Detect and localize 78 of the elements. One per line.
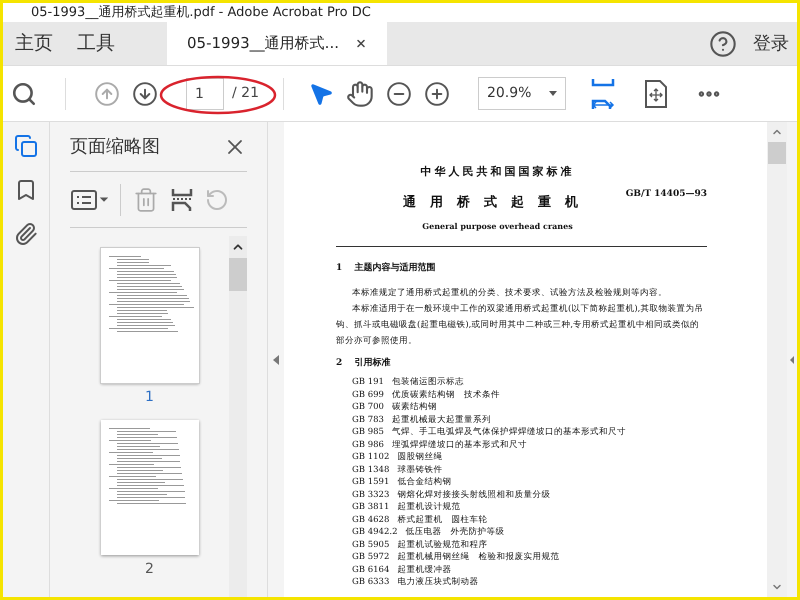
standard-number: GB 4628 [352,514,390,526]
standard-title: 电力液压块式制动器 [397,576,478,588]
page-move-icon[interactable] [644,78,668,108]
standard-number: GB 699 [352,388,384,401]
standard-title: 起重机械用钢丝绳 检验和报废实用规范 [397,551,560,564]
next-page-icon[interactable] [132,80,158,106]
caret-icon [548,91,557,96]
split-page-icon[interactable] [171,186,193,212]
standard-number: GB 6164 [352,564,390,576]
standard-number: GB 3811 [352,501,390,514]
previous-page-icon[interactable] [94,80,120,106]
nav-tab[interactable]: 工具 [65,22,127,65]
page-number: 2 [145,560,154,579]
zoom-dropdown[interactable]: 20.9% [478,77,566,110]
page-number: 1 [145,388,154,407]
standard-title: 优质碳素结构钢 技术条件 [392,388,500,401]
body-paragraph: 本标准规定了通用桥式起重机的分类、技术要求、试验方法及检验规则等内容。 [351,286,668,300]
standard-title: 桥式起重机 圆柱车轮 [397,514,488,526]
window-title: 05-1993__通用桥式起重机.pdf - Adobe Acrobat Pro DC [31,6,371,19]
standard-number: GB 6333 [352,576,390,588]
standard-number: GB 191 [352,376,384,388]
standard-number: GB 783 [352,414,384,426]
tab-label: 05-1993__通用桥式... [187,33,339,54]
section-heading: 引用标准 [354,356,390,370]
pages-icon[interactable] [14,134,38,158]
document-tab[interactable]: 05-1993__通用桥式... [167,22,387,65]
section-number: 1 [336,262,342,275]
body-paragraph: 本标准适用于在一般环境中工作的双梁通用桥式起重机(以下简称起重机),其取物装置为吊钩、抓斗或电磁吸盘(起重电磁铁),或同时用其中二种或三种,专用桥式起重机中相同或类似的部分亦可参照使用。 [336,302,704,348]
standard-title: 碳素结构钢 [392,401,437,414]
scrollbar-thumb[interactable] [229,258,247,291]
standard-title: 球墨铸铁件 [397,464,442,476]
scrollbar[interactable] [767,122,787,597]
standard-number: GB 700 [352,401,384,414]
standard-title: 低合金结构钢 [397,476,452,488]
hand-icon[interactable] [346,80,374,108]
standard-code: GB/T 14405—93 [626,188,707,201]
nav-tab[interactable]: 主页 [3,22,65,65]
standard-number: GB 1102 [352,451,390,464]
close-icon[interactable] [354,37,367,50]
zoom-out-icon[interactable] [386,80,412,106]
scrollbar-thumb[interactable] [768,142,786,164]
english-title: General purpose overhead cranes [422,220,573,232]
standard-number: GB 985 [352,426,384,438]
standard-number: GB 986 [352,438,384,451]
standard-title: 圆股钢丝绳 [397,451,442,464]
page-total: / 21 [232,84,259,103]
section-number: 2 [336,356,342,370]
standard-title: 低压电器 外壳防护等级 [405,526,504,538]
standard-title: 起重机试验规范和程序 [397,538,488,551]
page-thumbnail[interactable] [100,248,198,383]
standard-title: 气焊、手工电弧焊及气体保护焊焊缝坡口的基本形式和尺寸 [392,426,626,438]
standard-title: 起重机设计规范 [397,501,460,514]
paperclip-icon[interactable] [14,222,38,246]
page-number-field[interactable]: 1 [186,78,224,110]
fit-width-icon[interactable] [590,76,616,110]
document-title: 通用桥式起重机 [403,194,592,212]
standard-number: GB 4942.2 [352,526,398,538]
standard-number: GB 1591 [352,476,390,488]
document-heading: 中华人民共和国国家标准 [420,164,574,180]
zoom-in-icon[interactable] [424,80,450,106]
standard-number: GB 3323 [352,488,390,501]
standard-number: GB 5905 [352,538,390,551]
scrollbar[interactable] [229,236,247,597]
options-list-icon[interactable] [70,188,108,212]
standard-title: 埋弧焊焊缝坡口的基本形式和尺寸 [392,438,527,451]
page-thumbnail[interactable] [100,420,198,555]
help-icon[interactable] [709,30,737,58]
standard-number: GB 5972 [352,551,390,564]
standard-title: 起重机械最大起重量系列 [392,414,491,426]
panel-title: 页面缩略图 [70,135,160,159]
standard-title: 起重机缓冲器 [397,564,452,576]
standard-title: 包装储运图示标志 [392,376,464,388]
search-icon[interactable] [11,80,37,106]
section-heading: 主题内容与适用范围 [354,262,436,275]
standard-title: 钢熔化焊对接接头射线照相和质量分级 [397,488,550,501]
login-button[interactable]: 登录 [753,30,789,57]
expand-arrow-icon[interactable] [790,356,794,364]
standard-number: GB 1348 [352,464,390,476]
